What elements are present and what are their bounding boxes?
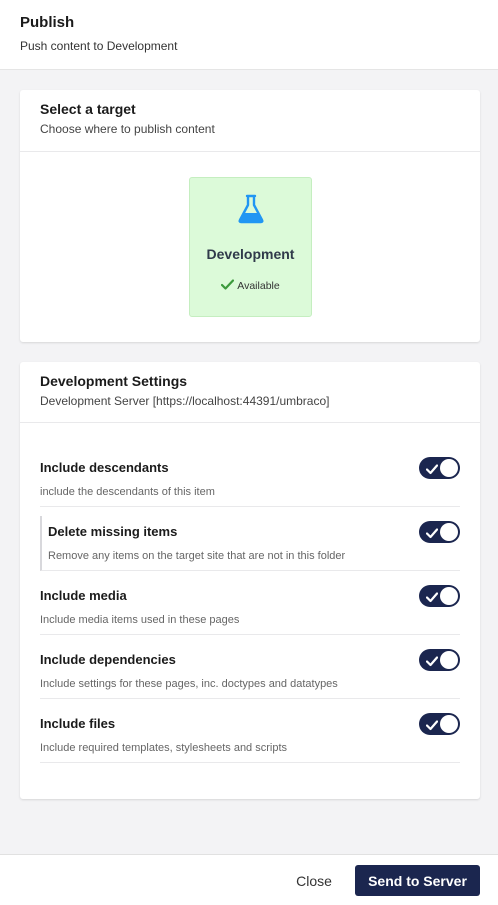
setting-include-files: Include files Include required templates… xyxy=(40,713,460,763)
target-status: Available xyxy=(190,279,311,293)
setting-include-media: Include media Include media items used i… xyxy=(40,585,460,635)
dialog-title: Publish xyxy=(20,14,75,31)
settings-panel-title: Development Settings xyxy=(40,373,188,389)
close-button[interactable]: Close xyxy=(286,865,342,896)
dialog-subtitle: Push content to Development xyxy=(20,39,178,53)
target-card-development[interactable]: Development Available xyxy=(189,177,312,317)
include-media-toggle[interactable] xyxy=(419,585,460,607)
target-panel-subtitle: Choose where to publish content xyxy=(40,122,215,136)
target-panel: Select a target Choose where to publish … xyxy=(20,90,480,342)
delete-missing-items-toggle[interactable] xyxy=(419,521,460,543)
settings-panel-header: Development Settings Development Server … xyxy=(20,362,480,423)
check-icon xyxy=(425,718,439,736)
include-files-toggle[interactable] xyxy=(419,713,460,735)
setting-label: Include media xyxy=(40,588,127,603)
checkmark-icon xyxy=(221,279,235,293)
setting-include-dependencies: Include dependencies Include settings fo… xyxy=(40,649,460,699)
check-icon xyxy=(425,526,439,544)
setting-include-descendants: Include descendants include the descenda… xyxy=(40,457,460,507)
target-panel-header: Select a target Choose where to publish … xyxy=(20,90,480,152)
setting-description: Include media items used in these pages xyxy=(40,614,240,626)
settings-panel: Development Settings Development Server … xyxy=(20,362,480,799)
setting-label: Include files xyxy=(40,716,116,731)
target-panel-title: Select a target xyxy=(40,101,136,117)
toggle-knob xyxy=(440,587,458,605)
dialog-header: Publish Push content to Development xyxy=(0,0,498,70)
check-icon xyxy=(425,462,439,480)
check-icon xyxy=(425,590,439,608)
settings-panel-subtitle: Development Server [https://localhost:44… xyxy=(40,394,330,408)
include-descendants-toggle[interactable] xyxy=(419,457,460,479)
setting-label: Include descendants xyxy=(40,460,169,475)
send-to-server-button[interactable]: Send to Server xyxy=(355,865,480,896)
toggle-knob xyxy=(440,459,458,477)
setting-description: Include required templates, stylesheets … xyxy=(40,742,288,754)
setting-delete-missing-items: Delete missing items Remove any items on… xyxy=(40,516,460,571)
setting-description: Include settings for these pages, inc. d… xyxy=(40,678,338,690)
dialog-footer: Close Send to Server xyxy=(0,854,498,905)
include-dependencies-toggle[interactable] xyxy=(419,649,460,671)
toggle-knob xyxy=(440,715,458,733)
flask-icon xyxy=(237,194,265,224)
toggle-knob xyxy=(440,651,458,669)
setting-label: Delete missing items xyxy=(48,524,178,539)
setting-description: Remove any items on the target site that… xyxy=(48,550,346,562)
target-name: Development xyxy=(206,246,295,262)
target-status-label: Available xyxy=(237,280,280,292)
toggle-knob xyxy=(440,523,458,541)
check-icon xyxy=(425,654,439,672)
setting-label: Include dependencies xyxy=(40,652,176,667)
setting-description: include the descendants of this item xyxy=(40,486,215,498)
